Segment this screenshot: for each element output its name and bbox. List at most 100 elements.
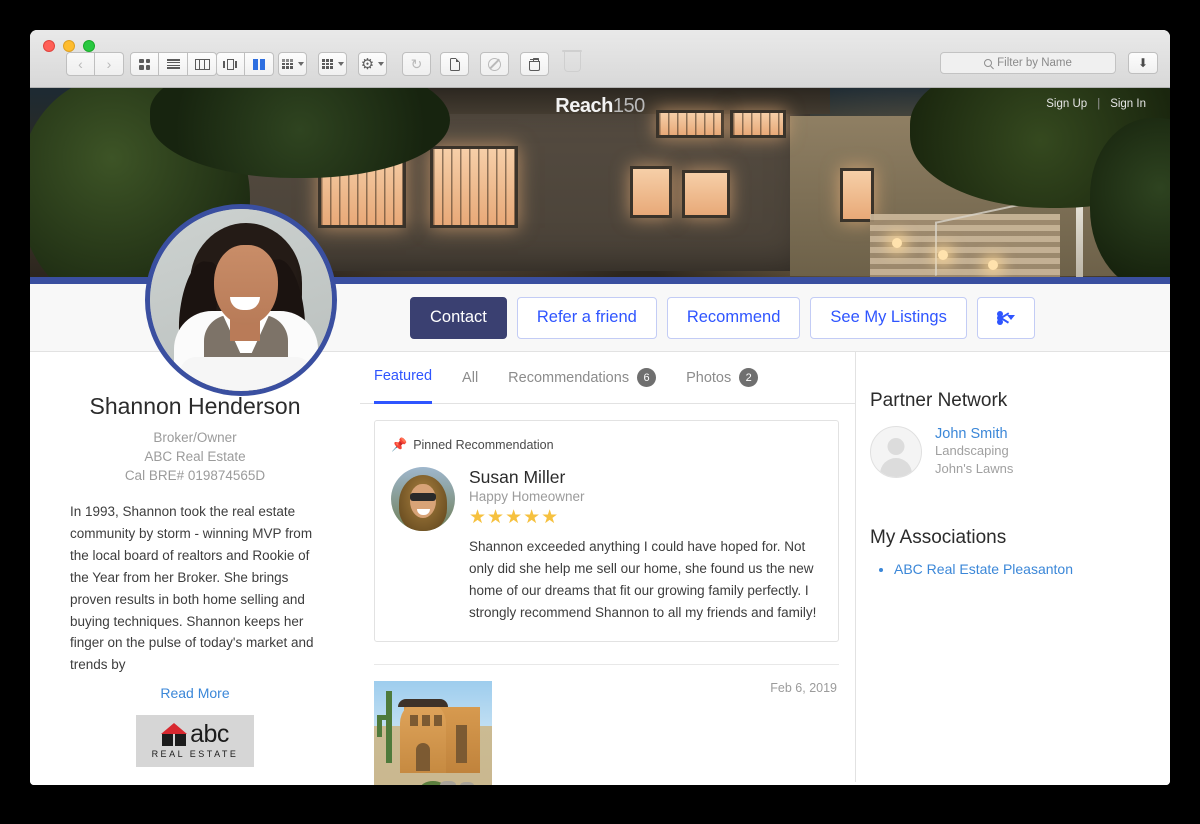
read-more-link[interactable]: Read More	[70, 685, 320, 701]
new-document-group	[440, 52, 469, 76]
refresh-button[interactable]: ↻	[402, 52, 431, 76]
association-item[interactable]: ABC Real Estate Pleasanton	[894, 561, 1170, 577]
group-dropdown-icon	[322, 59, 334, 69]
profile-avatar	[145, 204, 337, 396]
no-entry-icon	[488, 58, 501, 71]
arrange-dropdown[interactable]	[278, 52, 307, 76]
feed-post: Feb 6, 2019	[374, 664, 839, 785]
sign-in-link[interactable]: Sign In	[1110, 98, 1146, 110]
forward-button[interactable]: ›	[95, 52, 124, 76]
arrange-button[interactable]	[278, 52, 307, 76]
profile-bio: In 1993, Shannon took the real estate co…	[70, 501, 320, 676]
tab-label: Featured	[374, 368, 432, 384]
web-content: Reach150 Sign Up | Sign In Contac	[30, 88, 1170, 785]
grid-dropdown-icon	[282, 59, 294, 69]
delete-button[interactable]	[520, 52, 549, 76]
profile-right-sidebar: Partner Network John Smith Landscaping J…	[855, 352, 1170, 782]
tab-featured[interactable]: Featured	[374, 352, 432, 404]
contact-button[interactable]: Contact	[410, 297, 507, 339]
trash-can-button[interactable]	[558, 50, 587, 74]
trash-can-icon	[564, 52, 581, 72]
trashcan-group	[558, 50, 587, 74]
partner-item[interactable]: John Smith Landscaping John's Lawns	[870, 426, 1170, 479]
group-button[interactable]	[318, 52, 347, 76]
recommendation-body: Susan Miller Happy Homeowner ★★★★★ Shann…	[391, 467, 822, 623]
chevron-down-icon	[338, 62, 344, 66]
share-dropdown-button[interactable]	[977, 297, 1035, 339]
refresh-group: ↻	[402, 52, 431, 76]
associations-list: ABC Real Estate Pleasanton	[894, 561, 1170, 577]
window-titlebar: ‹ ›	[30, 30, 1170, 88]
profile-body: Shannon Henderson Broker/Owner ABC Real …	[30, 352, 1170, 782]
feed-tabs: Featured All Recommendations 6 Photos 2	[360, 352, 855, 404]
cactus-icon	[386, 691, 392, 763]
list-view-button[interactable]	[159, 52, 188, 76]
new-document-button[interactable]	[440, 52, 469, 76]
group-dropdown[interactable]	[318, 52, 347, 76]
site-logo[interactable]: Reach150	[555, 95, 644, 118]
column-view-button[interactable]	[188, 52, 217, 76]
list-view-icon	[167, 59, 180, 69]
post-thumbnail[interactable]	[374, 681, 492, 785]
banner-window	[840, 168, 874, 222]
company-logo: abc REAL ESTATE	[136, 715, 254, 767]
search-input[interactable]: Filter by Name	[940, 52, 1116, 74]
thumb-window	[422, 715, 430, 726]
avatar-arms	[180, 357, 312, 391]
recommend-button[interactable]: Recommend	[667, 297, 801, 339]
logo-secondary: 150	[613, 95, 645, 117]
tab-all[interactable]: All	[462, 352, 478, 404]
download-button[interactable]: ⬇	[1128, 52, 1158, 74]
sign-up-link[interactable]: Sign Up	[1046, 98, 1087, 110]
split-view-button[interactable]	[245, 52, 274, 76]
search-placeholder: Filter by Name	[997, 57, 1072, 69]
thumb-window	[434, 715, 442, 726]
company-logo-text: abc	[190, 723, 229, 746]
trash-icon	[529, 58, 540, 71]
profile-license: Cal BRE# 019874565D	[70, 466, 320, 485]
preview-mode-group	[216, 52, 274, 76]
tab-badge: 6	[637, 368, 656, 387]
company-logo-subtitle: REAL ESTATE	[152, 749, 239, 759]
thumb-rock	[440, 781, 456, 785]
pinned-recommendation-card: 📌 Pinned Recommendation Susan Miller H	[374, 420, 839, 642]
house-icon	[161, 723, 187, 746]
tab-label: Photos	[686, 370, 731, 386]
chevron-down-icon	[298, 62, 304, 66]
finder-window: ‹ ›	[30, 30, 1170, 785]
gear-button[interactable]: ⚙	[358, 52, 387, 76]
tab-recommendations[interactable]: Recommendations 6	[508, 352, 656, 404]
tab-badge: 2	[739, 368, 758, 387]
refer-a-friend-button[interactable]: Refer a friend	[517, 297, 657, 339]
associations-heading: My Associations	[870, 527, 1170, 549]
tab-label: All	[462, 370, 478, 386]
zoom-window-button[interactable]	[83, 40, 95, 52]
reviewer-avatar	[391, 467, 455, 531]
icon-view-button[interactable]	[130, 52, 159, 76]
refresh-icon: ↻	[411, 57, 423, 71]
reviewer-name: Susan Miller	[469, 467, 822, 488]
company-logo-row: abc	[161, 723, 229, 746]
document-icon	[450, 58, 460, 71]
action-dropdown[interactable]: ⚙	[358, 52, 387, 76]
partner-name-link[interactable]: John Smith	[935, 426, 1013, 442]
banner-window	[430, 146, 518, 228]
partner-details: John Smith Landscaping John's Lawns	[935, 426, 1013, 479]
minimize-window-button[interactable]	[63, 40, 75, 52]
see-my-listings-button[interactable]: See My Listings	[810, 297, 966, 339]
tab-photos[interactable]: Photos 2	[686, 352, 758, 404]
profile-company: ABC Real Estate	[70, 447, 320, 466]
chevron-down-icon	[378, 62, 384, 66]
banner-window	[730, 110, 786, 138]
view-mode-group	[130, 52, 217, 76]
partner-network-heading: Partner Network	[870, 390, 1170, 412]
profile-feed: Featured All Recommendations 6 Photos 2	[360, 352, 855, 782]
back-button[interactable]: ‹	[66, 52, 95, 76]
close-window-button[interactable]	[43, 40, 55, 52]
profile-sidebar: Shannon Henderson Broker/Owner ABC Real …	[30, 352, 360, 782]
banner-lamp	[988, 260, 998, 270]
profile-role: Broker/Owner	[70, 428, 320, 447]
disable-button[interactable]	[480, 52, 509, 76]
download-icon: ⬇	[1138, 56, 1148, 70]
gallery-view-button[interactable]	[216, 52, 245, 76]
